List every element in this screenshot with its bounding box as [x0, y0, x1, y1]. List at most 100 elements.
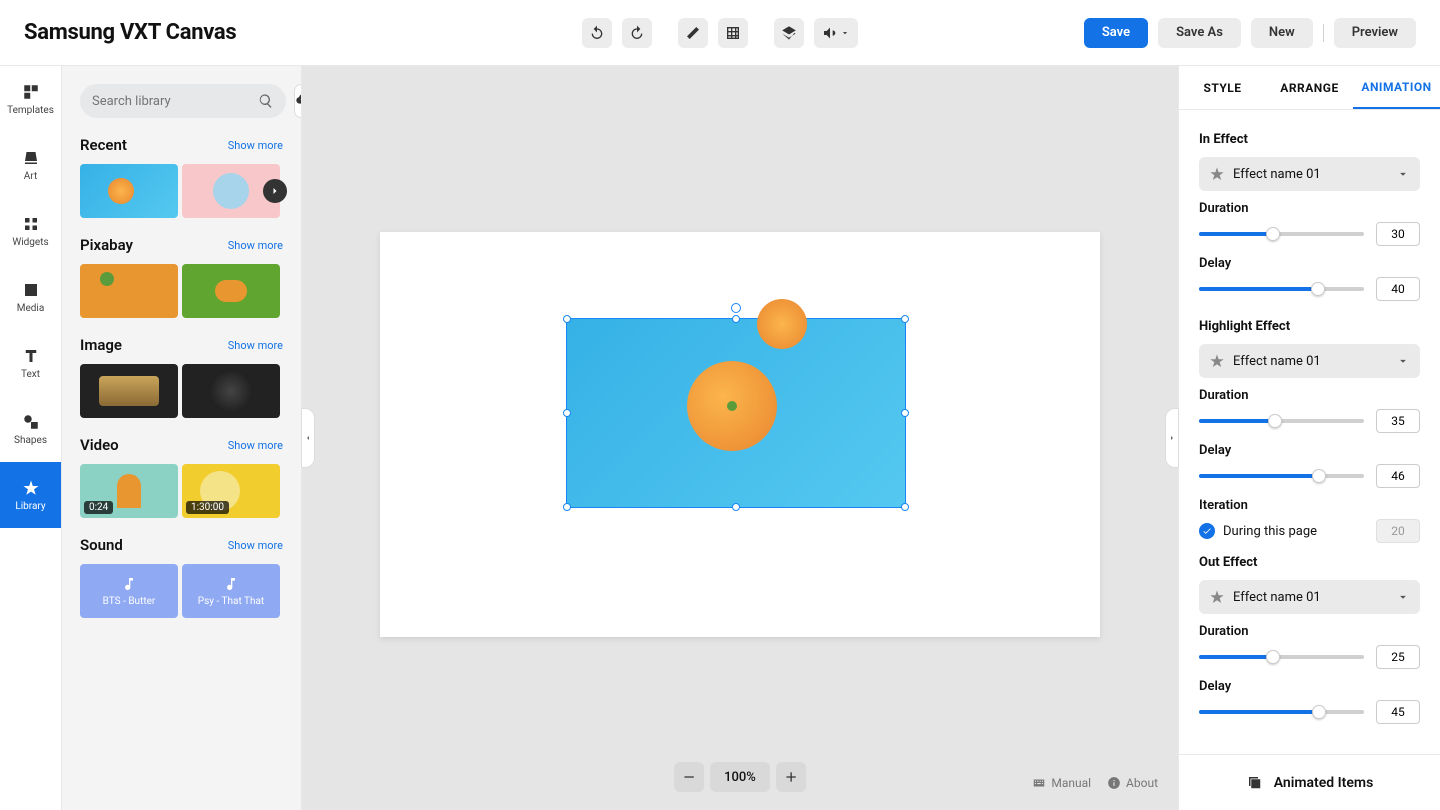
- nav-templates[interactable]: Templates: [0, 66, 61, 132]
- delay-label: Delay: [1199, 679, 1420, 694]
- delay-input[interactable]: [1376, 700, 1420, 724]
- effect-name: Effect name 01: [1233, 354, 1321, 369]
- nav-label: Widgets: [12, 237, 48, 248]
- thumbnail[interactable]: [182, 264, 280, 318]
- resize-handle[interactable]: [732, 503, 740, 511]
- resize-handle[interactable]: [563, 315, 571, 323]
- nav-library[interactable]: Library: [0, 462, 61, 528]
- search-input-wrap[interactable]: [80, 84, 286, 118]
- resize-handle[interactable]: [901, 503, 909, 511]
- duration-slider[interactable]: [1199, 232, 1364, 236]
- search-input[interactable]: [92, 94, 258, 109]
- nav-shapes[interactable]: Shapes: [0, 396, 61, 462]
- resize-handle[interactable]: [732, 315, 740, 323]
- footer-label: Manual: [1051, 776, 1091, 790]
- about-link[interactable]: About: [1107, 776, 1158, 790]
- thumbnail[interactable]: 1:30:00: [182, 464, 280, 518]
- thumbnail-sound[interactable]: BTS - Butter: [80, 564, 178, 618]
- highlight-effect-select[interactable]: Effect name 01: [1199, 344, 1420, 378]
- thumbnail[interactable]: [80, 364, 178, 418]
- nav-label: Text: [21, 369, 40, 380]
- collapse-left-button[interactable]: [301, 408, 315, 468]
- iteration-input: [1376, 519, 1420, 543]
- duration-label: Duration: [1199, 624, 1420, 639]
- tab-animation[interactable]: ANIMATION: [1353, 66, 1440, 109]
- duration-input[interactable]: [1376, 645, 1420, 669]
- resize-handle[interactable]: [901, 315, 909, 323]
- volume-button[interactable]: [814, 18, 858, 48]
- duration-input[interactable]: [1376, 409, 1420, 433]
- nav-art[interactable]: Art: [0, 132, 61, 198]
- delay-input[interactable]: [1376, 277, 1420, 301]
- delay-label: Delay: [1199, 256, 1420, 271]
- thumbnail[interactable]: [80, 264, 178, 318]
- thumbnail-sound[interactable]: Psy - That That: [182, 564, 280, 618]
- manual-link[interactable]: Manual: [1032, 776, 1091, 790]
- save-button[interactable]: Save: [1084, 18, 1148, 48]
- resize-handle[interactable]: [901, 409, 909, 417]
- delay-slider[interactable]: [1199, 474, 1364, 478]
- highlight-effect-title: Highlight Effect: [1199, 319, 1420, 334]
- rotate-handle[interactable]: [731, 303, 741, 313]
- nav-media[interactable]: Media: [0, 264, 61, 330]
- element-graphic: [687, 361, 777, 451]
- nav-label: Templates: [7, 105, 54, 116]
- new-button[interactable]: New: [1251, 18, 1313, 48]
- canvas-page[interactable]: [380, 232, 1100, 637]
- upload-button[interactable]: [294, 84, 302, 118]
- show-more-image[interactable]: Show more: [228, 339, 283, 352]
- ruler-button[interactable]: [678, 18, 708, 48]
- section-sound: Sound: [80, 536, 123, 554]
- left-nav: Templates Art Widgets Media Text Shapes …: [0, 66, 62, 810]
- out-effect-select[interactable]: Effect name 01: [1199, 580, 1420, 614]
- undo-button[interactable]: [582, 18, 612, 48]
- chevron-down-icon: [1396, 167, 1410, 181]
- sound-label: BTS - Butter: [103, 596, 156, 607]
- save-as-button[interactable]: Save As: [1158, 18, 1241, 48]
- show-more-recent[interactable]: Show more: [228, 139, 283, 152]
- music-icon: [223, 576, 239, 592]
- delay-slider[interactable]: [1199, 287, 1364, 291]
- effect-name: Effect name 01: [1233, 590, 1321, 605]
- zoom-display[interactable]: 100%: [710, 762, 770, 792]
- nav-label: Library: [15, 501, 45, 512]
- nav-text[interactable]: Text: [0, 330, 61, 396]
- delay-slider[interactable]: [1199, 710, 1364, 714]
- collapse-right-button[interactable]: [1165, 408, 1179, 468]
- animated-items-label: Animated Items: [1274, 775, 1374, 791]
- canvas-area[interactable]: 100% Manual About: [302, 66, 1178, 810]
- video-duration-badge: 0:24: [84, 501, 113, 514]
- thumbnail[interactable]: 0:24: [80, 464, 178, 518]
- grid-button[interactable]: [718, 18, 748, 48]
- duration-slider[interactable]: [1199, 419, 1364, 423]
- animated-items-button[interactable]: Animated Items: [1179, 754, 1440, 810]
- show-more-sound[interactable]: Show more: [228, 539, 283, 552]
- during-page-checkbox[interactable]: [1199, 523, 1215, 539]
- show-more-pixabay[interactable]: Show more: [228, 239, 283, 252]
- in-effect-select[interactable]: Effect name 01: [1199, 157, 1420, 191]
- iteration-label: Iteration: [1199, 498, 1420, 513]
- delay-input[interactable]: [1376, 464, 1420, 488]
- zoom-out-button[interactable]: [674, 762, 704, 792]
- carousel-next-button[interactable]: [263, 179, 287, 203]
- layers-button[interactable]: [774, 18, 804, 48]
- duration-slider[interactable]: [1199, 655, 1364, 659]
- resize-handle[interactable]: [563, 503, 571, 511]
- search-icon: [258, 93, 274, 109]
- nav-widgets[interactable]: Widgets: [0, 198, 61, 264]
- tab-style[interactable]: STYLE: [1179, 66, 1266, 109]
- show-more-video[interactable]: Show more: [228, 439, 283, 452]
- right-panel: STYLE ARRANGE ANIMATION In Effect Effect…: [1178, 66, 1440, 810]
- thumbnail[interactable]: [80, 164, 178, 218]
- zoom-in-button[interactable]: [776, 762, 806, 792]
- resize-handle[interactable]: [563, 409, 571, 417]
- tab-arrange[interactable]: ARRANGE: [1266, 66, 1353, 109]
- duration-input[interactable]: [1376, 222, 1420, 246]
- animated-items-icon: [1246, 774, 1264, 792]
- selected-element[interactable]: [566, 318, 906, 508]
- preview-button[interactable]: Preview: [1334, 18, 1416, 48]
- section-image: Image: [80, 336, 122, 354]
- footer-label: About: [1126, 776, 1158, 790]
- thumbnail[interactable]: [182, 364, 280, 418]
- redo-button[interactable]: [622, 18, 652, 48]
